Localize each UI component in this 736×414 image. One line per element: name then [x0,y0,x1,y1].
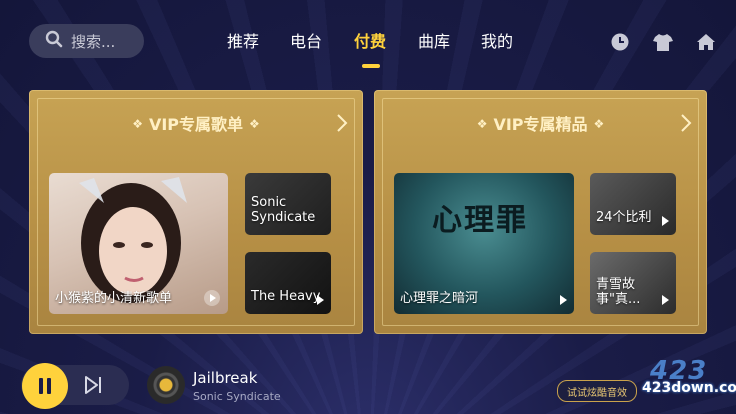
premium-main-caption: 心理罪之暗河 [400,291,479,307]
play-icon[interactable] [662,295,669,305]
active-tab-indicator [362,64,380,68]
tab-paid[interactable]: 付费 [354,28,386,52]
premium-side-tile-2[interactable]: 青雪故事"真... [590,252,676,314]
vip-premium-title: ❖ VIP专属精品 ❖ [476,115,605,134]
vip-playlist-card: ❖ VIP专属歌单 ❖ 小猴紫的小清新歌单 Sonic Syndicate The … [29,90,363,334]
playlist-side-tile-2[interactable]: The Heavy [245,252,331,314]
play-icon[interactable] [662,216,669,226]
ornament-icon: ❖ [476,117,488,131]
vip-premium-card: ❖ VIP专属精品 ❖ 心理罪 心理罪之暗河 24个比利 青雪故事"真... [374,90,707,334]
chevron-right-icon[interactable] [335,112,349,134]
playlist-side-caption-1: Sonic Syndicate [251,195,316,226]
tab-radio[interactable]: 电台 [290,28,322,52]
skin-icon[interactable] [652,31,674,53]
ornament-icon: ❖ [593,117,605,131]
premium-side-caption-1: 24个比利 [596,210,652,226]
playlist-main-tile[interactable]: 小猴紫的小清新歌单 [49,173,228,314]
premium-main-tile[interactable]: 心理罪 心理罪之暗河 [394,173,574,314]
playlist-side-tile-1[interactable]: Sonic Syndicate [245,173,331,235]
pause-icon [39,378,51,394]
poster-title: 心理罪 [432,203,528,238]
vip-playlist-title: ❖ VIP专属歌单 ❖ [132,115,260,134]
ornament-icon: ❖ [132,117,143,131]
pause-button[interactable] [22,363,68,409]
home-icon[interactable] [695,31,717,53]
playlist-side-caption-2: The Heavy [251,289,321,305]
tab-recommend[interactable]: 推荐 [227,28,259,52]
song-title: Jailbreak [193,369,258,387]
play-icon[interactable] [204,290,220,306]
watermark-small: 423down.com [642,380,736,396]
chevron-right-icon[interactable] [679,112,693,134]
next-track-icon[interactable] [82,374,104,396]
album-disc[interactable] [147,366,185,404]
ornament-icon: ❖ [249,117,260,131]
play-icon[interactable] [317,295,324,305]
playlist-main-caption: 小猴紫的小清新歌单 [55,291,173,307]
play-icon[interactable] [560,295,567,305]
tab-library[interactable]: 曲库 [418,28,450,52]
history-icon[interactable] [609,31,631,53]
premium-side-caption-2: 青雪故事"真... [596,277,641,308]
premium-side-tile-1[interactable]: 24个比利 [590,173,676,235]
tab-mine[interactable]: 我的 [481,28,513,52]
sound-effect-button[interactable]: 试试炫酷音效 [557,380,637,402]
song-artist: Sonic Syndicate [193,390,281,403]
watermark-logo: 423 423down.com [642,356,736,406]
